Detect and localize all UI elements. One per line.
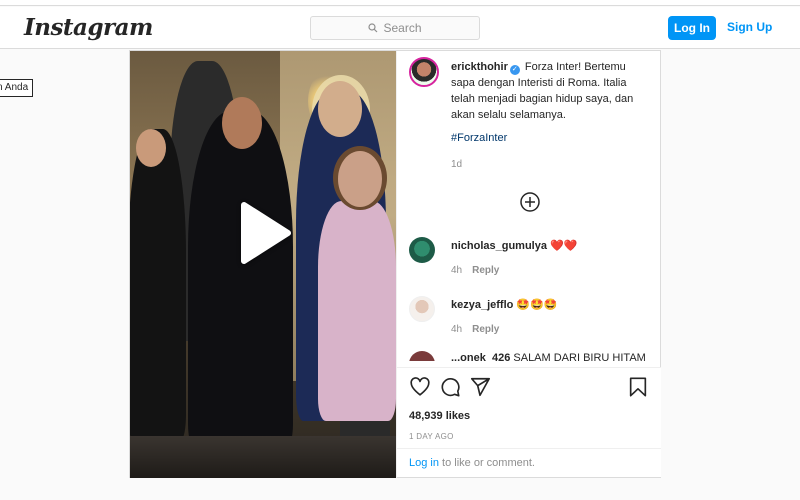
person-man-head bbox=[222, 97, 262, 149]
post-video[interactable] bbox=[130, 51, 396, 478]
search-placeholder: Search bbox=[383, 21, 422, 35]
author-username[interactable]: erickthohir bbox=[451, 61, 508, 73]
person-man bbox=[188, 111, 293, 451]
login-prompt: Log in to like or comment. bbox=[397, 448, 661, 477]
login-link[interactable]: Log in bbox=[409, 457, 439, 469]
comment-meta: 4h Reply bbox=[451, 324, 509, 335]
comment-body: 🤩🤩🤩 bbox=[516, 299, 558, 311]
comment-icon[interactable] bbox=[439, 376, 461, 398]
comment-username[interactable]: nicholas_gumulya bbox=[451, 240, 547, 252]
post-card: erickthohir ✓ Forza Inter! Bertemu sapa d… bbox=[129, 50, 661, 478]
caption-area: erickthohir ✓ Forza Inter! Bertemu sapa d… bbox=[397, 51, 661, 227]
verified-icon: ✓ bbox=[509, 65, 520, 75]
comment-text: nicholas_gumulya ❤️❤️ bbox=[451, 239, 577, 252]
comment-username[interactable]: ...onek_426 bbox=[451, 352, 510, 361]
person-girl-right-head bbox=[338, 151, 382, 207]
video-floor bbox=[130, 436, 396, 478]
heart-icon[interactable] bbox=[409, 376, 431, 398]
comment-time: 4h bbox=[451, 324, 463, 335]
commenter-avatar[interactable] bbox=[409, 351, 435, 361]
author-avatar[interactable] bbox=[409, 57, 439, 87]
bookmark-icon[interactable] bbox=[627, 376, 649, 398]
tooltip: n Anda bbox=[0, 79, 34, 97]
top-navbar: Instagram Search Log In Sign Up bbox=[0, 7, 800, 49]
commenter-avatar[interactable] bbox=[409, 237, 435, 263]
instagram-logo[interactable]: Instagram bbox=[24, 14, 153, 41]
comment-username[interactable]: kezya_jefflo bbox=[451, 299, 513, 311]
comment-meta: 4h Reply bbox=[451, 265, 509, 276]
reply-button[interactable]: Reply bbox=[472, 324, 499, 335]
likes-count[interactable]: 48,939 likes bbox=[409, 410, 470, 422]
signup-link[interactable]: Sign Up bbox=[727, 20, 772, 34]
person-woman-head bbox=[318, 81, 362, 137]
caption-text: erickthohir ✓ Forza Inter! Bertemu sapa d… bbox=[451, 59, 651, 123]
comment-body: SALAM DARI BIRU HITAM bbox=[513, 352, 646, 361]
post-actions: 48,939 likes 1 DAY AGO Log in to like or… bbox=[397, 367, 661, 477]
person-girl-right bbox=[318, 201, 396, 421]
search-icon bbox=[368, 23, 378, 33]
login-button[interactable]: Log In bbox=[668, 16, 716, 40]
comment-item-partial: ...onek_426 SALAM DARI BIRU HITAM bbox=[409, 351, 649, 361]
person-girl-left bbox=[130, 129, 186, 439]
comment-time: 4h bbox=[451, 265, 463, 276]
comment-text: kezya_jefflo 🤩🤩🤩 bbox=[451, 298, 557, 311]
share-icon[interactable] bbox=[469, 376, 491, 398]
commenter-avatar[interactable] bbox=[409, 296, 435, 322]
caption-time: 1d bbox=[451, 159, 463, 170]
post-sidebar: erickthohir ✓ Forza Inter! Bertemu sapa d… bbox=[396, 51, 661, 478]
plus-circle-icon[interactable] bbox=[519, 191, 541, 213]
post-date: 1 DAY AGO bbox=[409, 432, 454, 441]
login-prompt-text: to like or comment. bbox=[438, 457, 535, 469]
search-input[interactable]: Search bbox=[310, 16, 480, 40]
reply-button[interactable]: Reply bbox=[472, 265, 499, 276]
comment-body: ❤️❤️ bbox=[549, 240, 578, 252]
play-icon[interactable] bbox=[238, 201, 292, 265]
comment-text: ...onek_426 SALAM DARI BIRU HITAM bbox=[451, 352, 646, 361]
person-girl-left-head bbox=[136, 129, 166, 167]
hashtag-link[interactable]: #ForzaInter bbox=[451, 132, 507, 144]
browser-top-strip bbox=[0, 0, 800, 6]
